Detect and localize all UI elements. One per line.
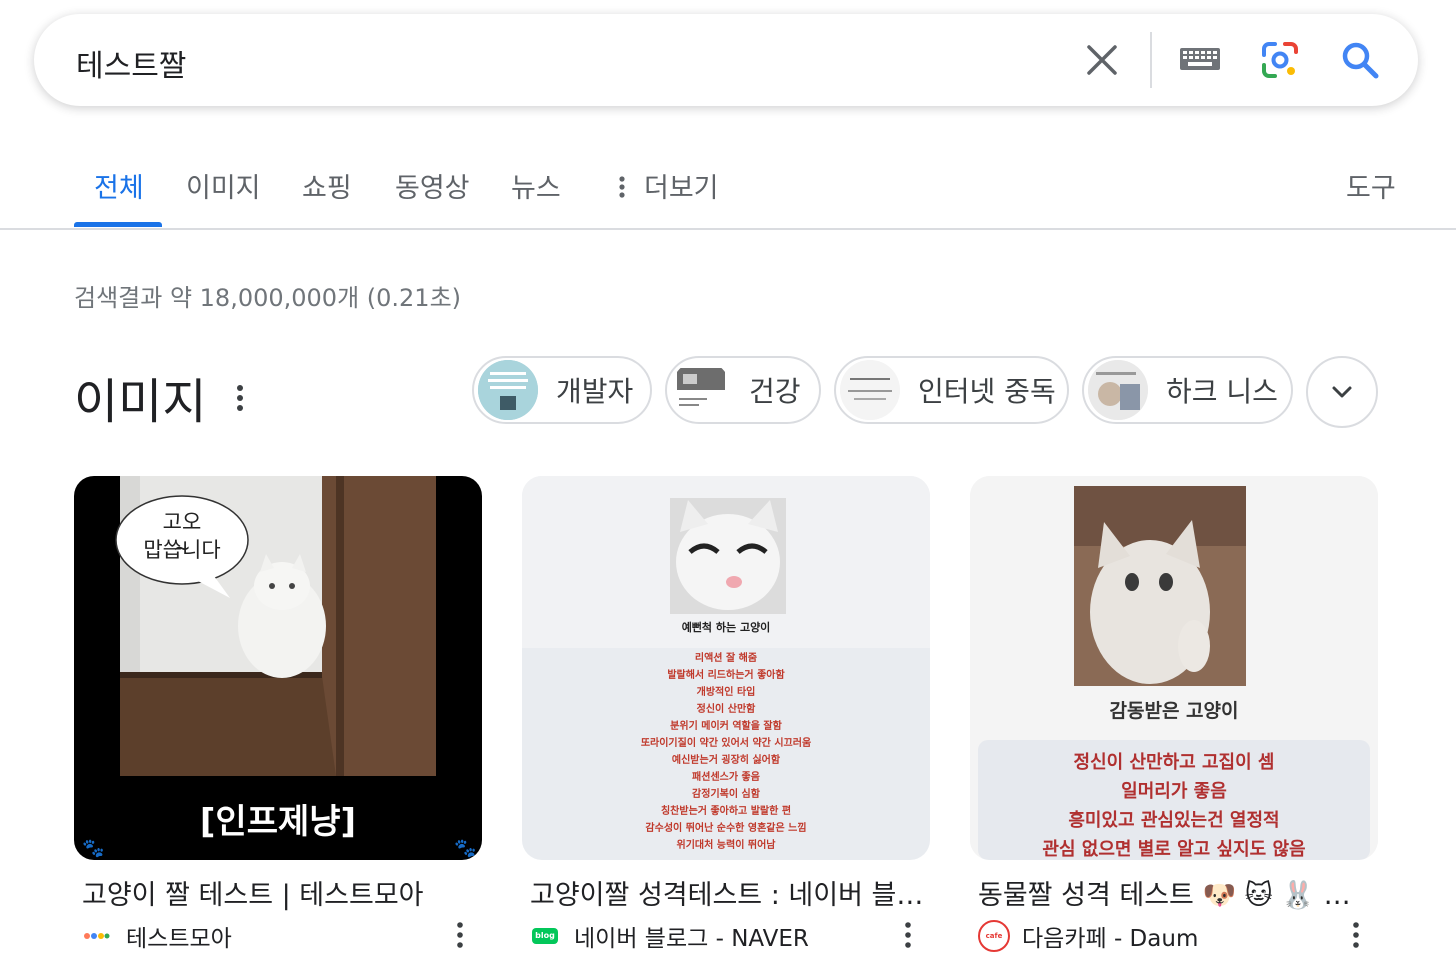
chip-health[interactable]: 건강 (665, 356, 821, 424)
chip-thumbnail (1088, 360, 1148, 420)
tab-more-label: 더보기 (644, 173, 719, 204)
tab-more[interactable]: 더보기 (614, 166, 719, 205)
image-result-thumbnail[interactable]: 예뻔척 하는 고양이 리액션 잘 해줌 발랄해서 리드하는거 좋아함 개방적인 … (522, 476, 930, 860)
image-result-title[interactable]: 고양이짤 성격테스트 : 네이버 블… (530, 873, 922, 912)
chip-hark-niss[interactable]: 하크 니스 (1082, 356, 1293, 424)
chip-thumbnail (671, 360, 731, 420)
overlay-line: 흥미있고 관심있는건 열정적 (1068, 810, 1280, 831)
more-vert-icon[interactable] (454, 920, 466, 950)
overlay-line: 패션센스가 좋음 (692, 772, 760, 783)
image-overlay-caption: 예뻔척 하는 고양이 (681, 621, 771, 634)
result-stats: 검색결과 약 18,000,000개 (0.21초) (74, 284, 462, 312)
search-input[interactable]: 테스트짤 (76, 41, 186, 85)
more-vert-icon[interactable] (1350, 920, 1362, 950)
close-icon[interactable] (1078, 36, 1126, 84)
testmoa-logo-icon (84, 933, 110, 939)
image-result-title[interactable]: 동물짤 성격 테스트 🐶 🐱 🐰 … (978, 873, 1370, 912)
image-result-source[interactable]: 다음카페 - Daum (1022, 919, 1198, 953)
overlay-line: 감정기복이 심함 (692, 789, 760, 800)
image-overlay-caption: [인프제냥] (199, 802, 357, 842)
chevron-down-icon (1332, 386, 1352, 398)
search-box[interactable]: 테스트짤 (34, 14, 1418, 106)
image-result-source[interactable]: 네이버 블로그 - NAVER (574, 919, 809, 953)
tab-news[interactable]: 뉴스 (511, 166, 561, 205)
overlay-line: 예신받는거 굉장히 싫어함 (671, 755, 781, 766)
tab-all[interactable]: 전체 (94, 166, 144, 205)
overlay-line: 위기대처 능력이 뛰어남 (676, 840, 776, 851)
chip-label: 건강 (749, 375, 801, 408)
tab-images[interactable]: 이미지 (186, 166, 261, 205)
image-result-source[interactable]: 테스트모아 (126, 919, 232, 953)
chip-label: 인터넷 중독 (918, 375, 1056, 408)
more-vert-icon[interactable] (902, 920, 914, 950)
keyboard-icon[interactable] (1176, 36, 1224, 84)
overlay-line: 또라이기질이 약간 있어서 약간 시끄러움 (640, 738, 812, 749)
chip-internet-addiction[interactable]: 인터넷 중독 (834, 356, 1069, 424)
overlay-line: 개방적인 타입 (696, 687, 756, 698)
image-overlay-caption: 감동받은 고양이 (1109, 700, 1239, 722)
tabs-divider (0, 228, 1456, 230)
tools-button[interactable]: 도구 (1346, 166, 1396, 205)
overlay-line: 발랄해서 리드하는거 좋아함 (667, 670, 785, 681)
image-overlay-list: 리액션 잘 해줌 발랄해서 리드하는거 좋아함 개방적인 타입 정신이 산만함 … (522, 650, 930, 854)
image-overlay-list: 정신이 산만하고 고집이 셈 일머리가 좋음 흥미있고 관심있는건 열정적 관심… (970, 748, 1378, 860)
expand-chips-button[interactable] (1306, 356, 1378, 428)
chip-thumbnail (840, 360, 900, 420)
chip-label: 개발자 (556, 375, 634, 408)
naver-blog-logo-icon: blog (531, 922, 559, 950)
more-vert-icon[interactable] (228, 378, 252, 418)
chip-label: 하크 니스 (1166, 375, 1278, 408)
overlay-line: 일머리가 좋음 (1121, 781, 1227, 802)
tab-shopping[interactable]: 쇼핑 (302, 166, 352, 205)
overlay-line: 칭찬받는거 좋아하고 발랄한 편 (660, 806, 792, 817)
image-result-thumbnail[interactable]: 감동받은 고양이 정신이 산만하고 고집이 셈 일머리가 좋음 흥미있고 관심있… (970, 476, 1378, 860)
overlay-line: 감수성이 뛰어난 순수한 영혼같은 느낌 (645, 823, 807, 834)
image-result-title[interactable]: 고양이 짤 테스트 | 테스트모아 (82, 873, 474, 912)
tab-videos[interactable]: 동영상 (395, 166, 470, 205)
chip-thumbnail (478, 360, 538, 420)
camera-lens-icon[interactable] (1256, 36, 1304, 84)
overlay-line: 정신이 산만하고 고집이 셈 (1073, 752, 1275, 773)
overlay-line: 관심 없으면 별로 알고 싶지도 않음 (1042, 839, 1306, 860)
overlay-line: 리액션 잘 해줌 (694, 653, 758, 664)
search-icon[interactable] (1336, 36, 1384, 84)
image-result-thumbnail[interactable]: 🐾 🐾 고오~ 맙씁니다 [인프제냥] (74, 476, 482, 860)
overlay-line: 분위기 메이커 역할을 잘함 (670, 721, 782, 732)
active-tab-indicator (74, 222, 162, 227)
overlay-line: 정신이 산만함 (696, 704, 756, 715)
daum-cafe-logo-icon: cafe (978, 920, 1010, 952)
chip-developer[interactable]: 개발자 (472, 356, 652, 424)
search-divider (1150, 32, 1152, 88)
image-overlay-text: 맙씁니다 (143, 538, 221, 562)
images-section-title: 이미지 (74, 374, 207, 430)
more-vert-icon (619, 175, 625, 198)
